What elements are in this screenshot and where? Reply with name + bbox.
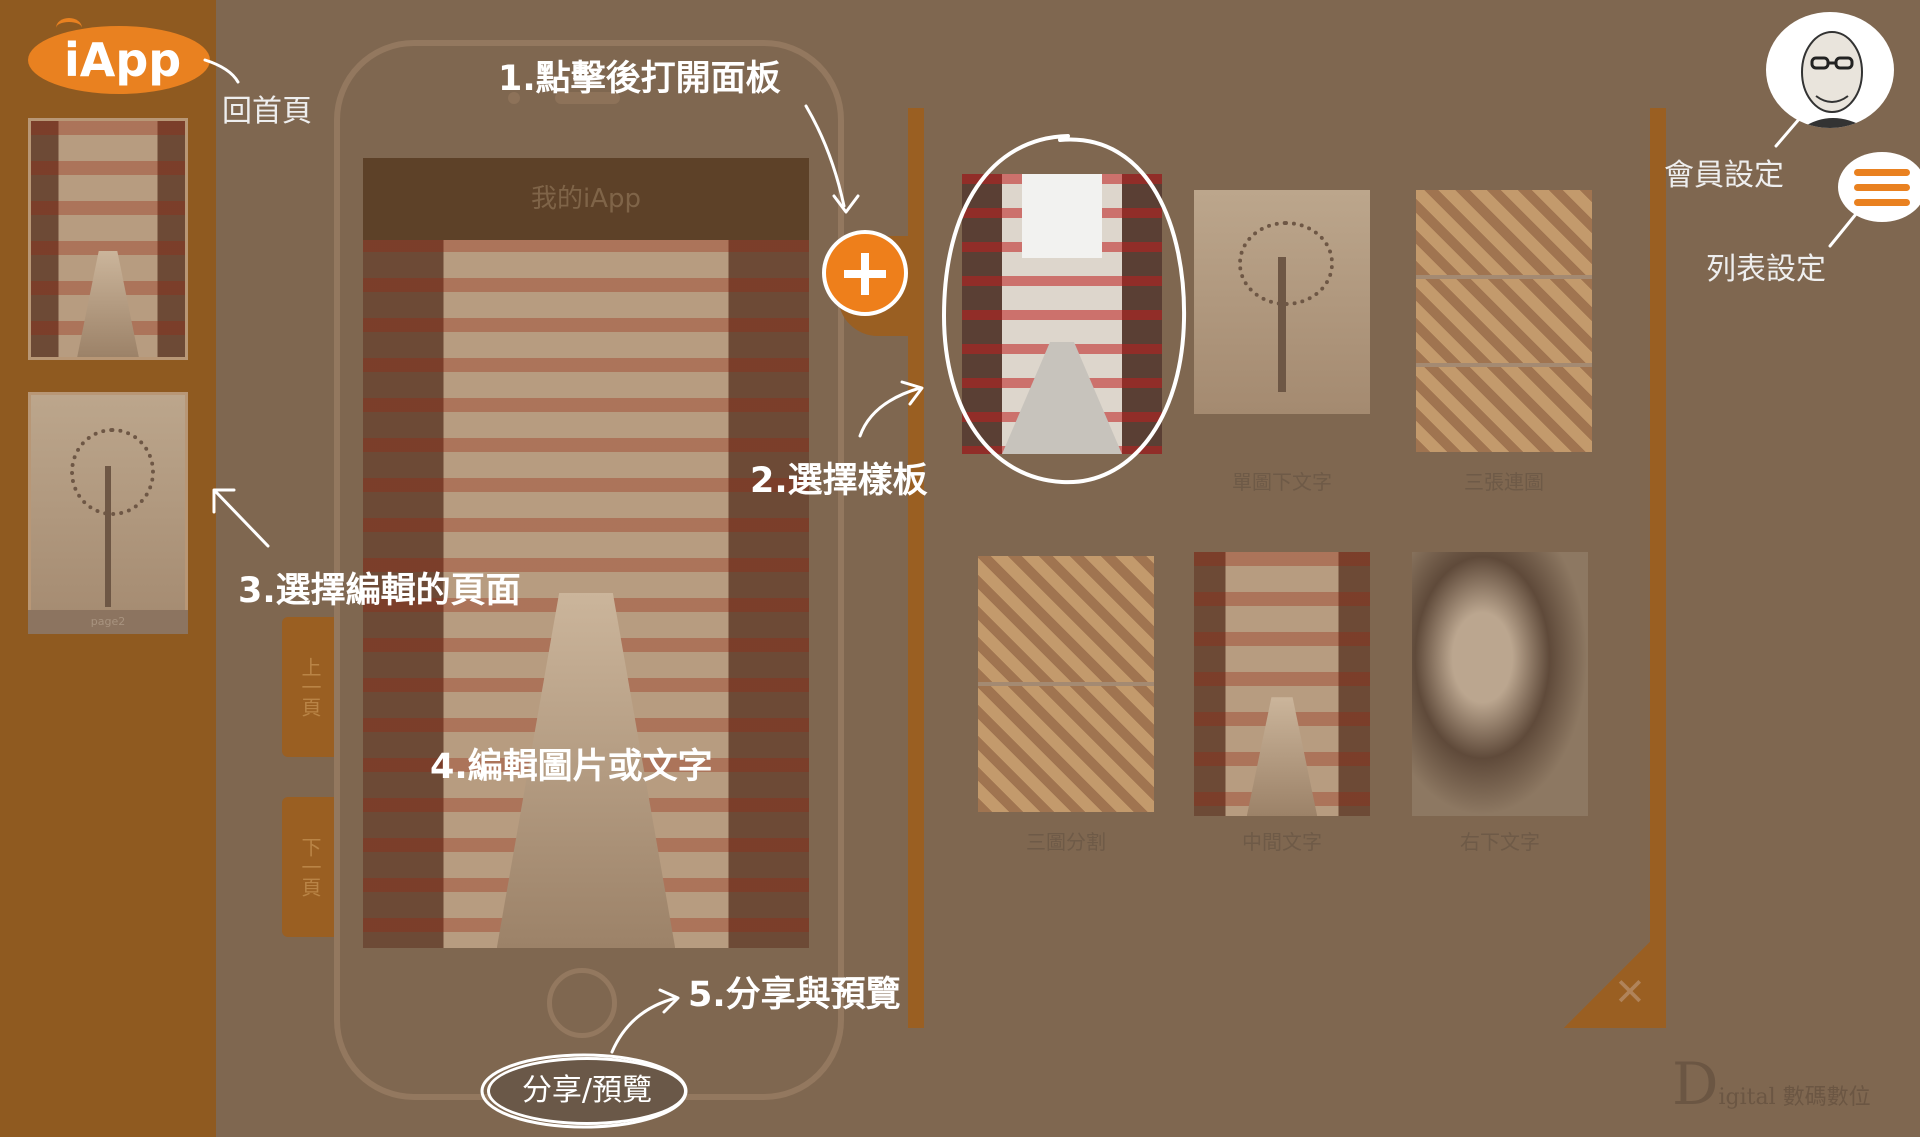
selected-template-preview[interactable] xyxy=(962,174,1162,454)
hint-member-settings: 會員設定 xyxy=(1664,158,1784,193)
hint-list-settings: 列表設定 xyxy=(1706,252,1826,287)
hint-step-4: 4.編輯圖片或文字 xyxy=(430,747,713,787)
hint-step-5: 5.分享與預覽 xyxy=(688,975,901,1015)
tutorial-overlay[interactable]: iApp 回首頁 1.點擊後打開面板 2.選擇樣板 3.選擇編輯的頁面 4.編輯… xyxy=(0,0,1920,1137)
plus-icon[interactable] xyxy=(822,230,908,316)
hamburger-menu-icon[interactable] xyxy=(1838,152,1920,222)
user-avatar-icon[interactable] xyxy=(1766,12,1894,128)
app-logo-home-button[interactable]: iApp xyxy=(28,26,210,94)
hint-step-3: 3.選擇編輯的頁面 xyxy=(238,571,521,611)
hint-home: 回首頁 xyxy=(222,94,312,129)
hint-step-2: 2.選擇樣板 xyxy=(750,461,928,501)
hint-step-1: 1.點擊後打開面板 xyxy=(498,59,781,99)
share-preview-button[interactable]: 分享/預覽 xyxy=(487,1057,687,1125)
phone-screen-title: 我的iApp xyxy=(363,158,809,240)
